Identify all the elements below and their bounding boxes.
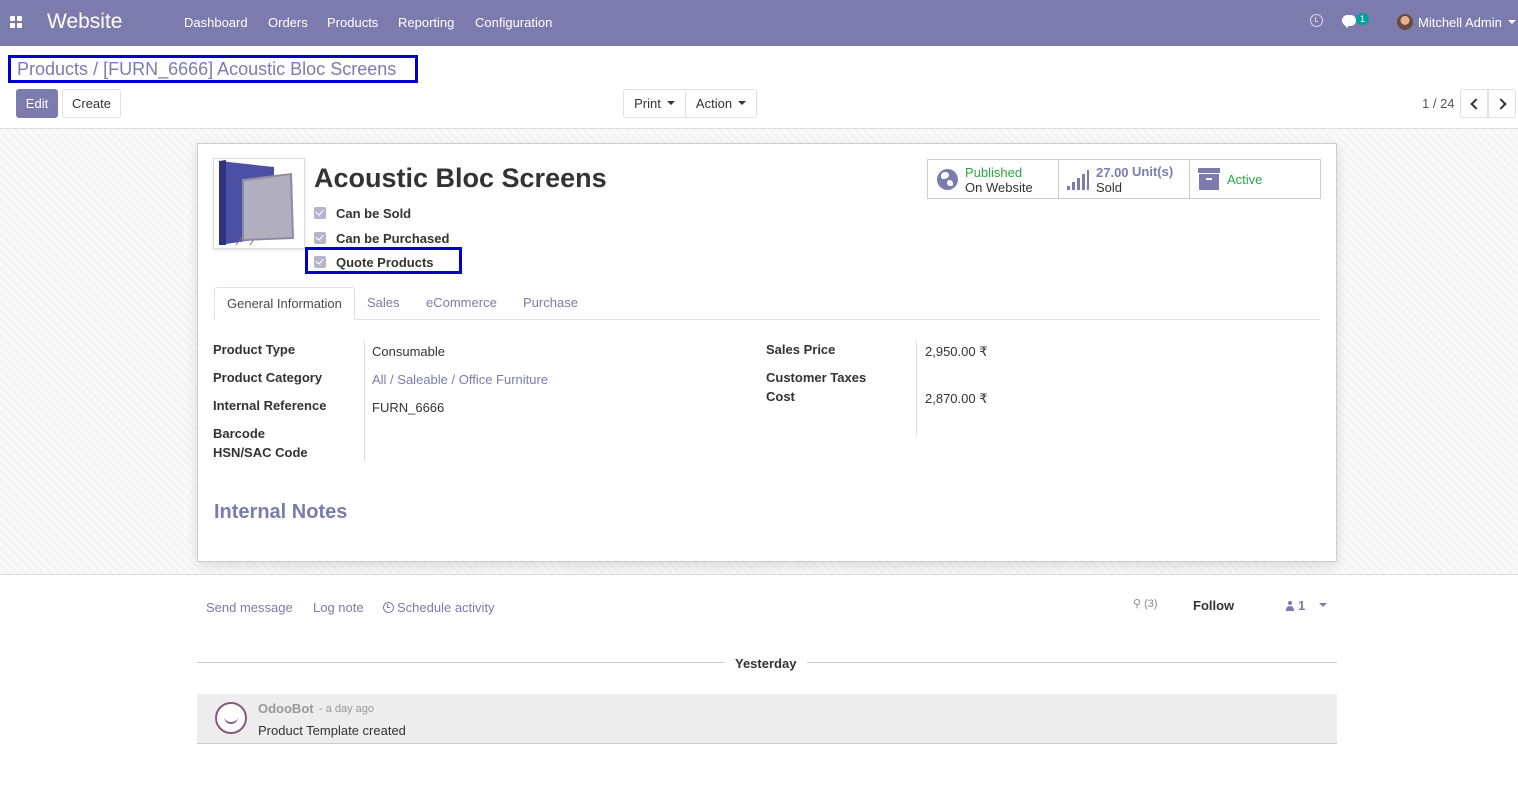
internal-notes-title: Internal Notes <box>214 501 348 523</box>
clock-icon <box>383 602 394 613</box>
messages-chat-icon[interactable] <box>1342 15 1356 28</box>
product-type-field[interactable]: Consumable <box>372 344 445 359</box>
active-status: Active <box>1227 172 1263 187</box>
pager-previous-button[interactable] <box>1460 89 1488 118</box>
globe-icon <box>937 169 958 190</box>
sales-price-label: Sales Price <box>766 342 836 357</box>
chevron-right-icon <box>1495 98 1507 110</box>
cost-field[interactable]: 2,870.00 ₹ <box>925 391 988 407</box>
published-status: Published <box>965 165 1023 180</box>
followers-button[interactable]: 1 <box>1286 598 1305 613</box>
create-button[interactable]: Create <box>62 89 121 118</box>
right-fields-separator <box>916 341 917 436</box>
customer-taxes-label: Customer Taxes <box>766 370 867 385</box>
internal-reference-field[interactable]: FURN_6666 <box>372 400 444 415</box>
acoustic-screen-image <box>219 160 294 246</box>
sales-price-field[interactable]: 2,950.00 ₹ <box>925 344 988 360</box>
print-label: Print <box>634 96 661 111</box>
schedule-activity-label: Schedule activity <box>397 600 495 615</box>
attachments-count: (3) <box>1144 598 1158 610</box>
active-smart-button[interactable]: Active <box>1189 159 1321 199</box>
breadcrumb-separator: / <box>93 59 99 79</box>
activity-clock-icon[interactable] <box>1310 14 1323 27</box>
print-dropdown[interactable]: Print <box>623 89 686 118</box>
day-divider-right <box>807 662 1337 663</box>
action-dropdown[interactable]: Action <box>685 89 757 118</box>
apps-menu-icon[interactable] <box>10 16 22 28</box>
print-caret-icon <box>666 100 675 105</box>
schedule-activity-button[interactable]: Schedule activity <box>383 600 495 615</box>
send-message-button[interactable]: Send message <box>206 600 293 615</box>
person-icon <box>1286 601 1294 611</box>
product-image[interactable] <box>213 158 305 249</box>
tab-general-information[interactable]: General Information <box>214 287 355 320</box>
message-date: - a day ago <box>319 703 375 715</box>
menu-products[interactable]: Products <box>327 15 378 30</box>
chevron-left-icon <box>1470 98 1482 110</box>
barcode-label: Barcode <box>213 426 266 441</box>
quote-products-highlight-frame <box>305 247 462 274</box>
menu-reporting[interactable]: Reporting <box>398 15 454 30</box>
menu-dashboard[interactable]: Dashboard <box>184 15 248 30</box>
can-be-sold-label: Can be Sold <box>336 206 412 221</box>
top-navbar: Website Dashboard Orders Products Report… <box>0 0 1518 46</box>
can-be-purchased-label: Can be Purchased <box>336 231 450 246</box>
checkbox-checked-icon[interactable] <box>314 207 326 219</box>
message-author[interactable]: OdooBot <box>258 701 314 716</box>
paperclip-icon: ⚲ <box>1133 598 1142 610</box>
followers-caret-icon[interactable] <box>1319 603 1327 607</box>
pager-value: 1 / 24 <box>1422 96 1455 111</box>
menu-orders[interactable]: Orders <box>268 15 308 30</box>
internal-reference-label: Internal Reference <box>213 398 327 413</box>
product-name: Acoustic Bloc Screens <box>314 163 607 193</box>
archive-icon <box>1198 168 1220 190</box>
tab-purchase[interactable]: Purchase <box>523 287 578 320</box>
day-separator-label: Yesterday <box>735 656 797 671</box>
sold-smart-button[interactable]: 27.00 Unit(s) Sold <box>1058 159 1190 199</box>
tab-ecommerce[interactable]: eCommerce <box>426 287 497 320</box>
hsn-sac-code-label: HSN/SAC Code <box>213 445 308 460</box>
app-brand[interactable]: Website <box>47 10 122 34</box>
action-label: Action <box>695 96 733 111</box>
log-note-button[interactable]: Log note <box>313 600 364 615</box>
sold-qty: 27.00 <box>1096 165 1129 180</box>
edit-button[interactable]: Edit <box>16 89 58 118</box>
left-fields-separator <box>364 341 365 462</box>
sold-unit: Unit(s) <box>1132 164 1174 179</box>
attachments-button[interactable]: ⚲ (3) <box>1133 597 1158 610</box>
pager-next-button[interactable] <box>1488 89 1516 118</box>
published-sub: On Website <box>965 180 1033 195</box>
breadcrumb: Products / [FURN_6666] Acoustic Bloc Scr… <box>8 55 418 83</box>
product-category-link[interactable]: All / Saleable / Office Furniture <box>372 372 548 387</box>
user-avatar[interactable] <box>1397 14 1413 30</box>
product-category-label: Product Category <box>213 370 323 385</box>
day-divider-left <box>197 662 724 663</box>
tab-sales[interactable]: Sales <box>367 287 400 320</box>
follow-button[interactable]: Follow <box>1193 598 1234 613</box>
chatter-message: OdooBot - a day ago Product Template cre… <box>197 694 1337 744</box>
signal-bars-icon <box>1067 170 1089 190</box>
action-caret-icon <box>738 100 747 105</box>
user-menu[interactable]: Mitchell Admin <box>1418 15 1502 30</box>
cost-label: Cost <box>766 389 795 404</box>
menu-configuration[interactable]: Configuration <box>475 15 552 30</box>
product-type-label: Product Type <box>213 342 296 357</box>
breadcrumb-current: [FURN_6666] Acoustic Bloc Screens <box>103 59 397 79</box>
messages-badge: 1 <box>1356 13 1369 25</box>
breadcrumb-products-link[interactable]: Products <box>17 59 88 79</box>
followers-count: 1 <box>1298 598 1306 613</box>
odoobot-avatar[interactable] <box>215 702 247 734</box>
user-menu-caret-icon[interactable] <box>1508 20 1516 24</box>
published-smart-button[interactable]: Published On Website <box>927 159 1059 199</box>
sold-label: Sold <box>1096 180 1123 195</box>
checkbox-checked-icon[interactable] <box>314 232 326 244</box>
message-body: Product Template created <box>258 723 406 738</box>
